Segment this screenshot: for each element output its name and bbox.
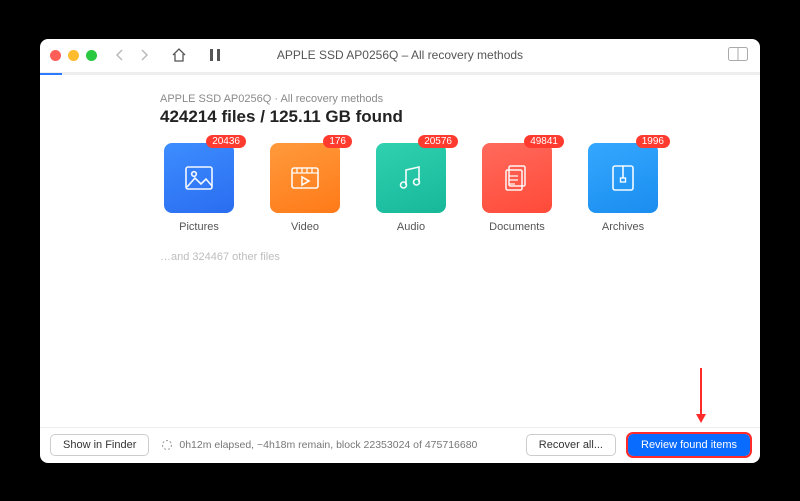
scan-activity-icon — [161, 439, 173, 451]
archive-icon: 1996 — [588, 143, 658, 213]
count-badge: 20576 — [418, 135, 458, 148]
nav-buttons — [115, 49, 149, 61]
show-in-finder-button[interactable]: Show in Finder — [50, 434, 149, 456]
picture-icon: 20436 — [164, 143, 234, 213]
tile-label: Documents — [489, 221, 545, 233]
tile-archives[interactable]: 1996 Archives — [584, 143, 662, 233]
window-controls — [50, 50, 97, 61]
other-files-note: …and 324467 other files — [160, 251, 760, 263]
count-badge: 49841 — [524, 135, 564, 148]
count-badge: 176 — [323, 135, 352, 148]
recover-all-button[interactable]: Recover all... — [526, 434, 616, 456]
document-icon: 49841 — [482, 143, 552, 213]
tile-label: Pictures — [179, 221, 219, 233]
tile-label: Audio — [397, 221, 425, 233]
audio-icon: 20576 — [376, 143, 446, 213]
close-icon[interactable] — [50, 50, 61, 61]
breadcrumb: APPLE SSD AP0256Q · All recovery methods — [160, 93, 760, 105]
tile-documents[interactable]: 49841 Documents — [478, 143, 556, 233]
tile-audio[interactable]: 20576 Audio — [372, 143, 450, 233]
scan-status: 0h12m elapsed, ~4h18m remain, block 2235… — [161, 439, 477, 451]
tile-label: Video — [291, 221, 319, 233]
found-summary: 424214 files / 125.11 GB found — [160, 107, 760, 127]
toolbar-buttons — [171, 47, 221, 63]
tile-pictures[interactable]: 20436 Pictures — [160, 143, 238, 233]
tile-label: Archives — [602, 221, 644, 233]
home-icon[interactable] — [171, 47, 187, 63]
video-icon: 176 — [270, 143, 340, 213]
minimize-icon[interactable] — [68, 50, 79, 61]
forward-icon[interactable] — [139, 49, 149, 61]
view-toggle-icon[interactable] — [728, 47, 748, 61]
count-badge: 1996 — [636, 135, 670, 148]
main-content: APPLE SSD AP0256Q · All recovery methods… — [40, 75, 760, 427]
scan-status-text: 0h12m elapsed, ~4h18m remain, block 2235… — [179, 439, 477, 451]
pause-icon[interactable] — [209, 47, 221, 63]
review-found-items-button[interactable]: Review found items — [628, 434, 750, 456]
count-badge: 20436 — [206, 135, 246, 148]
zoom-icon[interactable] — [86, 50, 97, 61]
app-window: APPLE SSD AP0256Q – All recovery methods… — [40, 39, 760, 463]
titlebar: APPLE SSD AP0256Q – All recovery methods — [40, 39, 760, 73]
category-tiles: 20436 Pictures 176 Video 20576 Audio 49841 Docu… — [160, 143, 760, 233]
tile-video[interactable]: 176 Video — [266, 143, 344, 233]
back-icon[interactable] — [115, 49, 125, 61]
footer-bar: Show in Finder 0h12m elapsed, ~4h18m rem… — [40, 427, 760, 463]
